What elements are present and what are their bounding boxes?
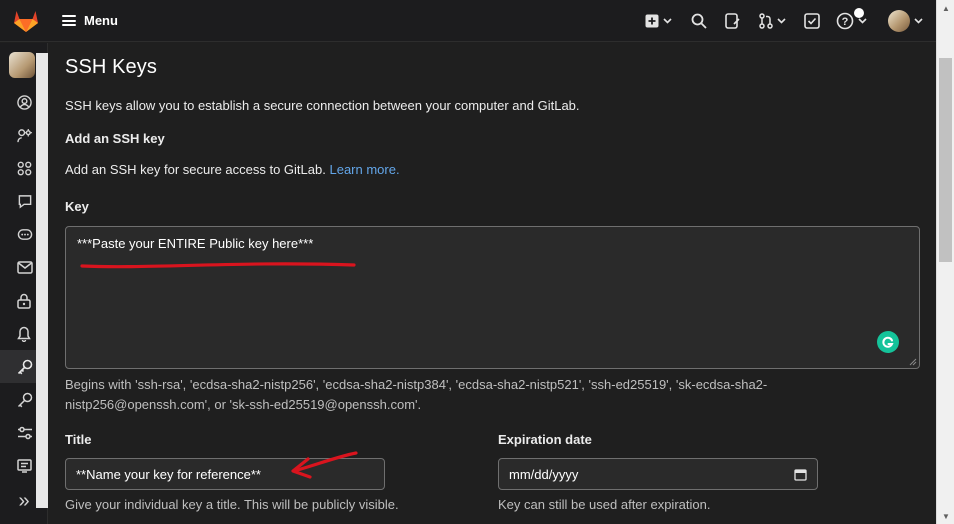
merge-requests-dropdown[interactable] xyxy=(748,0,796,42)
key-label: Key xyxy=(65,199,89,214)
expiration-date-label: Expiration date xyxy=(498,432,592,447)
key-textarea[interactable]: ***Paste your ENTIRE Public key here*** xyxy=(65,226,920,369)
title-input-value: **Name your key for reference** xyxy=(76,466,261,482)
user-avatar xyxy=(887,10,910,32)
page-description: SSH keys allow you to establish a secure… xyxy=(65,98,580,113)
top-navbar: Menu ? xyxy=(0,0,936,42)
help-dropdown[interactable]: ? xyxy=(828,0,874,42)
chevron-down-icon xyxy=(857,18,867,24)
menu-label: Menu xyxy=(84,13,118,28)
gitlab-logo[interactable] xyxy=(0,0,52,42)
merge-request-icon xyxy=(758,13,773,29)
help-icon: ? xyxy=(836,12,853,30)
issues-button[interactable] xyxy=(716,0,748,42)
svg-text:?: ? xyxy=(841,16,848,28)
expiration-date-placeholder: mm/dd/yyyy xyxy=(509,466,579,482)
search-icon xyxy=(691,13,707,29)
page-title: SSH Keys xyxy=(65,56,157,78)
add-description-text: Add an SSH key for secure access to GitL… xyxy=(65,162,326,177)
scroll-up-arrow-icon[interactable]: ▲ xyxy=(937,0,954,16)
scrollbar-thumb[interactable] xyxy=(939,58,952,262)
key-help-text: Begins with 'ssh-rsa', 'ecdsa-sha2-nistp… xyxy=(65,377,768,412)
expiration-date-input[interactable]: mm/dd/yyyy xyxy=(498,458,818,490)
learn-more-link[interactable]: Learn more. xyxy=(329,162,399,177)
notification-dot xyxy=(854,8,864,18)
collapse-icon: » xyxy=(18,490,30,512)
grammarly-icon[interactable] xyxy=(877,331,899,353)
sidebar-avatar[interactable] xyxy=(9,52,35,78)
main-content: SSH Keys SSH keys allow you to establish… xyxy=(49,43,936,524)
resize-handle-icon[interactable] xyxy=(909,358,917,366)
scroll-down-arrow-icon[interactable]: ▼ xyxy=(937,508,954,524)
left-sidebar: » xyxy=(0,43,48,524)
todo-icon xyxy=(804,13,820,29)
collapse-sidebar-button[interactable]: » xyxy=(0,486,48,516)
page-scrollbar[interactable]: ▲ ▼ xyxy=(936,0,954,524)
expiration-help-text: Key can still be used after expiration. xyxy=(498,497,711,512)
sidebar-scroll-strip xyxy=(36,53,48,508)
search-button[interactable] xyxy=(682,0,716,42)
chevron-down-icon xyxy=(913,18,923,24)
red-underline-annotation xyxy=(80,262,356,269)
new-item-dropdown[interactable] xyxy=(634,0,682,42)
chevron-down-icon xyxy=(662,18,672,24)
title-help-text: Give your individual key a title. This w… xyxy=(65,497,399,512)
user-menu-dropdown[interactable] xyxy=(874,0,936,42)
title-input[interactable]: **Name your key for reference** xyxy=(65,451,385,490)
calendar-icon[interactable] xyxy=(794,468,807,481)
red-arrow-annotation xyxy=(291,451,358,479)
add-ssh-key-heading: Add an SSH key xyxy=(65,131,165,146)
add-ssh-key-description: Add an SSH key for secure access to GitL… xyxy=(65,162,920,178)
plus-icon xyxy=(645,14,658,28)
key-textarea-value: ***Paste your ENTIRE Public key here*** xyxy=(77,236,314,251)
issues-icon xyxy=(724,13,740,29)
chevron-down-icon xyxy=(776,18,786,24)
menu-button[interactable]: Menu xyxy=(62,13,118,28)
title-label: Title xyxy=(65,432,92,447)
todo-button[interactable] xyxy=(796,0,828,42)
hamburger-icon xyxy=(62,15,76,26)
